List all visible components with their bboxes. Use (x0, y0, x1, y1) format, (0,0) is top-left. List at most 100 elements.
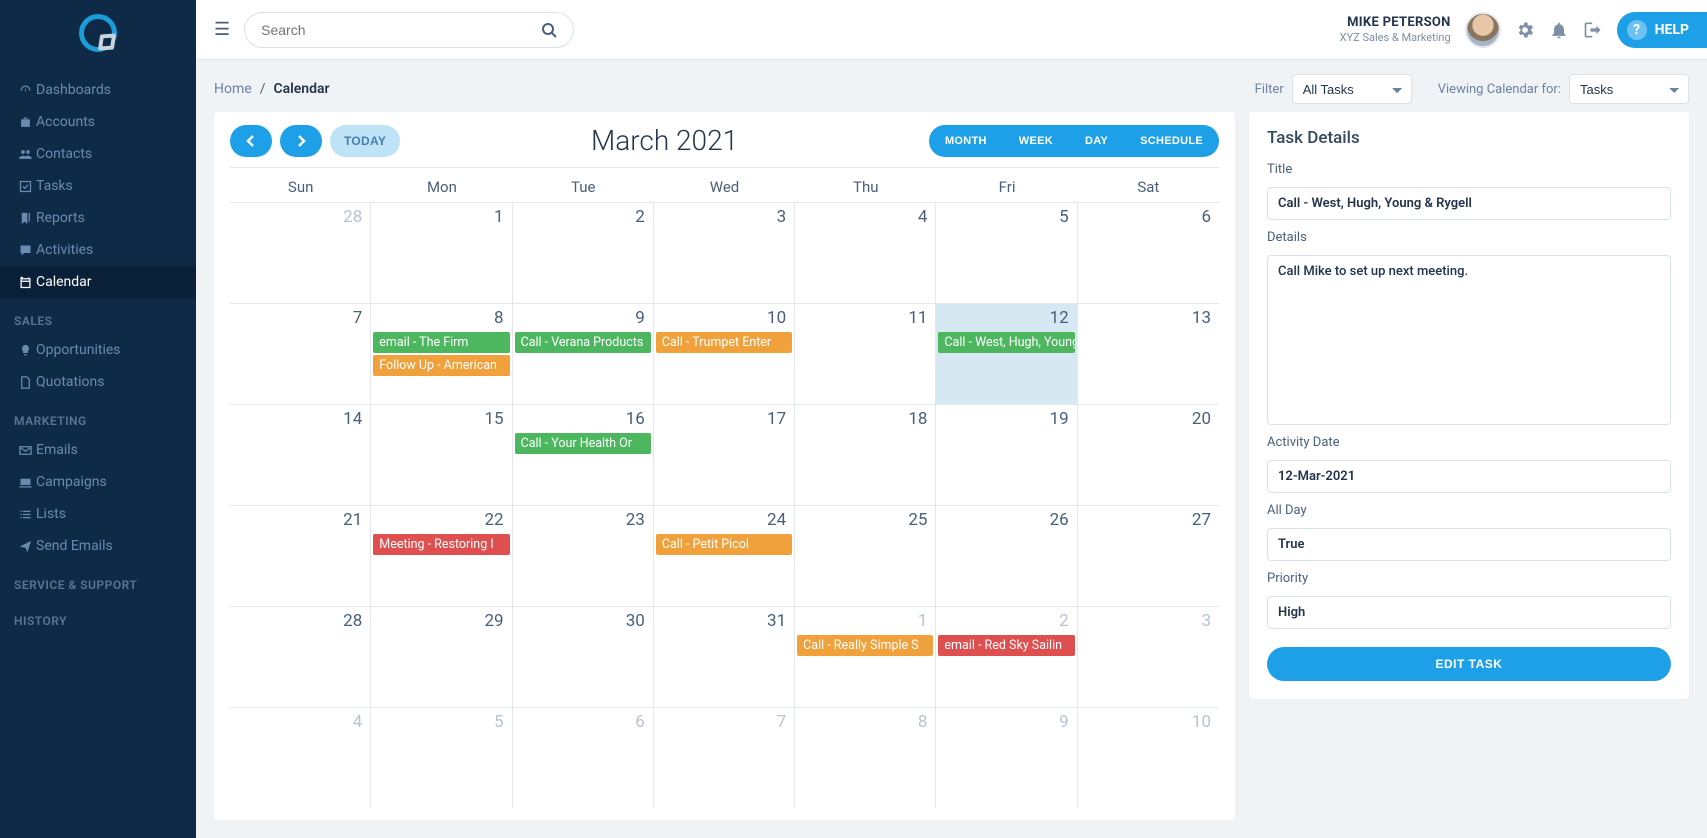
day-cell[interactable]: 8email - The FirmFollow Up - American (371, 304, 512, 404)
prev-month-button[interactable] (230, 125, 272, 157)
sidebar-item-campaigns[interactable]: Campaigns (0, 466, 196, 498)
calendar-event[interactable]: email - Red Sky Sailin (938, 635, 1074, 656)
day-cell[interactable]: 10 (1078, 708, 1219, 808)
day-cell[interactable]: 23 (513, 506, 654, 606)
view-week-button[interactable]: WEEK (1003, 125, 1069, 157)
help-button[interactable]: ? HELP (1617, 12, 1707, 48)
day-number: 3 (1201, 611, 1211, 631)
calendar-event[interactable]: Meeting - Restoring I (373, 534, 509, 555)
calendar-event[interactable]: Call - Trumpet Enter (656, 332, 792, 353)
day-cell[interactable]: 11 (795, 304, 936, 404)
day-cell[interactable]: 22Meeting - Restoring I (371, 506, 512, 606)
bell-icon[interactable] (1549, 20, 1569, 40)
day-cell[interactable]: 6 (1078, 203, 1219, 303)
viewing-select[interactable]: Tasks (1569, 74, 1689, 104)
day-cell[interactable]: 3 (654, 203, 795, 303)
sidebar-item-accounts[interactable]: Accounts (0, 106, 196, 138)
search-box[interactable] (244, 12, 574, 48)
day-cell[interactable]: 17 (654, 405, 795, 505)
day-cell[interactable]: 9Call - Verana Products (513, 304, 654, 404)
day-cell[interactable]: 3 (1078, 607, 1219, 707)
task-priority-field[interactable]: High (1267, 596, 1671, 629)
logout-icon[interactable] (1583, 20, 1603, 40)
sidebar-item-lists[interactable]: Lists (0, 498, 196, 530)
user-block[interactable]: MIKE PETERSON XYZ Sales & Marketing (1340, 15, 1451, 44)
sidebar-item-calendar[interactable]: Calendar (0, 266, 196, 298)
day-cell[interactable]: 4 (230, 708, 371, 808)
day-cell[interactable]: 13 (1078, 304, 1219, 404)
task-allday-field[interactable]: True (1267, 528, 1671, 561)
day-cell[interactable]: 28 (230, 203, 371, 303)
gear-icon[interactable] (1515, 20, 1535, 40)
day-cell[interactable]: 25 (795, 506, 936, 606)
day-cell[interactable]: 1Call - Really Simple S (795, 607, 936, 707)
day-cell[interactable]: 19 (936, 405, 1077, 505)
day-cell[interactable]: 2email - Red Sky Sailin (936, 607, 1077, 707)
search-input[interactable] (261, 22, 541, 38)
filter-select[interactable]: All Tasks (1292, 74, 1412, 104)
day-cell[interactable]: 1 (371, 203, 512, 303)
sidebar-item-dashboards[interactable]: Dashboards (0, 74, 196, 106)
day-cell[interactable]: 5 (371, 708, 512, 808)
day-cell[interactable]: 14 (230, 405, 371, 505)
day-cell[interactable]: 20 (1078, 405, 1219, 505)
edit-task-button[interactable]: EDIT TASK (1267, 647, 1671, 681)
search-icon[interactable] (541, 22, 557, 38)
day-number: 4 (353, 712, 363, 732)
day-cell[interactable]: 16Call - Your Health Or (513, 405, 654, 505)
calendar-event[interactable]: Call - Your Health Or (515, 433, 651, 454)
calendar-event[interactable]: Call - West, Hugh, Young (938, 332, 1074, 353)
day-cell[interactable]: 29 (371, 607, 512, 707)
menu-toggle-icon[interactable]: ☰ (214, 19, 230, 40)
day-cell[interactable]: 5 (936, 203, 1077, 303)
day-cell[interactable]: 7 (230, 304, 371, 404)
day-cell[interactable]: 30 (513, 607, 654, 707)
sidebar-item-activities[interactable]: Activities (0, 234, 196, 266)
day-cell[interactable]: 26 (936, 506, 1077, 606)
calendar-event[interactable]: Call - Petit Picol (656, 534, 792, 555)
day-cell[interactable]: 28 (230, 607, 371, 707)
today-button[interactable]: TODAY (330, 125, 400, 157)
calendar-event[interactable]: Follow Up - American (373, 355, 509, 376)
task-details-field[interactable]: Call Mike to set up next meeting. (1267, 255, 1671, 425)
next-month-button[interactable] (280, 125, 322, 157)
day-cell[interactable]: 21 (230, 506, 371, 606)
day-cell[interactable]: 15 (371, 405, 512, 505)
day-cell[interactable]: 10Call - Trumpet Enter (654, 304, 795, 404)
sidebar-item-tasks[interactable]: Tasks (0, 170, 196, 202)
task-priority-label: Priority (1267, 571, 1671, 586)
sidebar-item-reports[interactable]: Reports (0, 202, 196, 234)
sidebar-item-opportunities[interactable]: Opportunities (0, 334, 196, 366)
briefcase-icon (14, 115, 36, 130)
sidebar-item-send-emails[interactable]: Send Emails (0, 530, 196, 562)
day-cell[interactable]: 9 (936, 708, 1077, 808)
avatar[interactable] (1465, 12, 1501, 48)
task-date-field[interactable]: 12-Mar-2021 (1267, 460, 1671, 493)
sidebar-item-emails[interactable]: Emails (0, 434, 196, 466)
day-cell[interactable]: 12Call - West, Hugh, Young (936, 304, 1077, 404)
calendar-event[interactable]: email - The Firm (373, 332, 509, 353)
view-month-button[interactable]: MONTH (929, 125, 1003, 157)
breadcrumb-home[interactable]: Home (214, 81, 252, 97)
sidebar-item-label: Emails (36, 442, 78, 458)
calendar-event[interactable]: Call - Verana Products (515, 332, 651, 353)
sidebar-item-contacts[interactable]: Contacts (0, 138, 196, 170)
day-number: 6 (1201, 207, 1211, 227)
task-title-field[interactable]: Call - West, Hugh, Young & Rygell (1267, 187, 1671, 220)
day-number: 17 (767, 409, 786, 429)
day-cell[interactable]: 27 (1078, 506, 1219, 606)
day-cell[interactable]: 2 (513, 203, 654, 303)
day-cell[interactable]: 24Call - Petit Picol (654, 506, 795, 606)
day-cell[interactable]: 18 (795, 405, 936, 505)
day-cell[interactable]: 7 (654, 708, 795, 808)
day-cell[interactable]: 31 (654, 607, 795, 707)
day-cell[interactable]: 6 (513, 708, 654, 808)
view-schedule-button[interactable]: SCHEDULE (1124, 125, 1219, 157)
laptop-icon (14, 475, 36, 490)
sidebar-item-quotations[interactable]: Quotations (0, 366, 196, 398)
calendar-event[interactable]: Call - Really Simple S (797, 635, 933, 656)
task-title-label: Title (1267, 162, 1671, 177)
day-cell[interactable]: 8 (795, 708, 936, 808)
day-cell[interactable]: 4 (795, 203, 936, 303)
view-day-button[interactable]: DAY (1069, 125, 1124, 157)
